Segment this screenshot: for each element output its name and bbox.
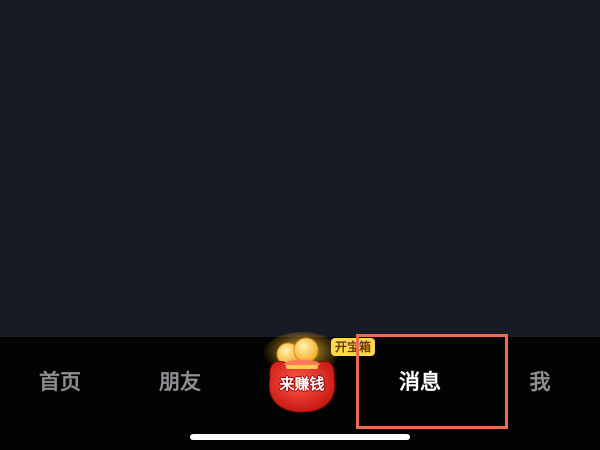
tab-me[interactable]: 我 [516,362,564,402]
content-area [0,0,600,337]
app-screen: 首页 朋友 开宝箱 来赚钱 消息 我 [0,0,600,450]
tab-friends-label: 朋友 [159,370,201,394]
tab-me-label: 我 [529,370,551,394]
tab-messages[interactable]: 消息 [382,362,458,402]
tab-home[interactable]: 首页 [22,362,98,402]
open-chest-badge: 开宝箱 [331,338,376,356]
tab-home-label: 首页 [39,370,81,394]
tab-friends[interactable]: 朋友 [142,362,218,402]
earn-money-label: 来赚钱 [279,375,325,393]
earn-money-button[interactable]: 开宝箱 来赚钱 [258,330,388,422]
home-indicator[interactable] [190,434,410,440]
tab-messages-label: 消息 [399,370,441,394]
